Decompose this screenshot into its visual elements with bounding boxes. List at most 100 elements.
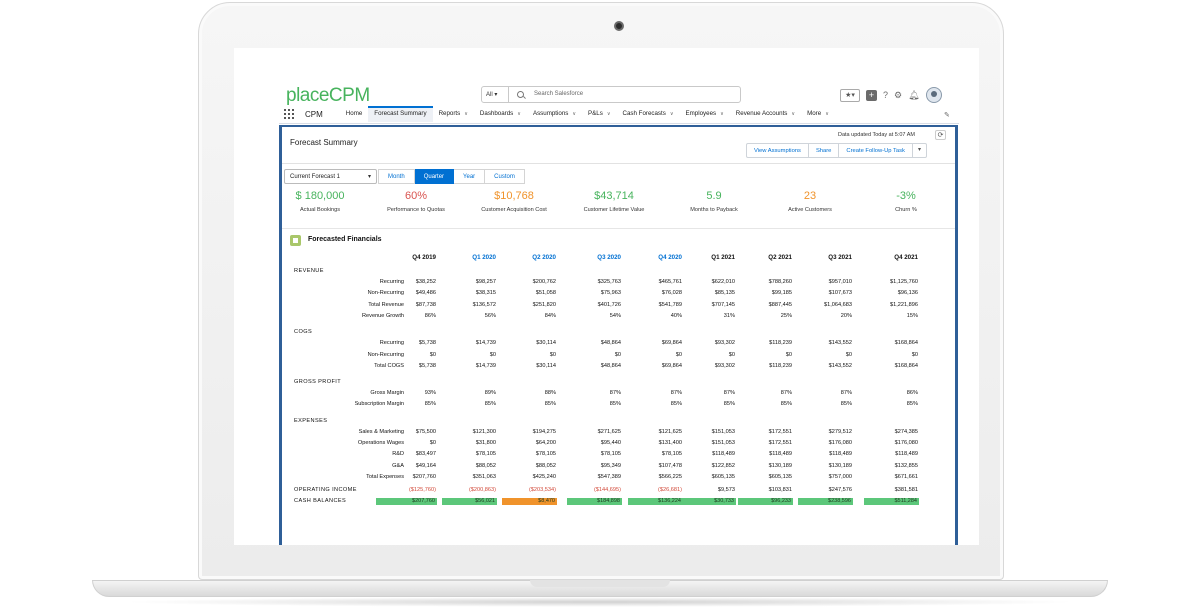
- nav-item-p-ls[interactable]: P&Ls ∨: [582, 106, 616, 122]
- more-actions-chevron-down-icon[interactable]: ▾: [912, 143, 927, 158]
- edit-nav-pencil-icon[interactable]: ✎: [944, 111, 950, 119]
- chevron-down-icon: ▾: [367, 174, 371, 180]
- table-cell: $0: [675, 351, 682, 358]
- nav-item-home[interactable]: Home: [340, 106, 369, 122]
- table-cell: $130,189: [768, 462, 792, 469]
- kpi-card: $43,714 Customer Lifetime Value: [559, 190, 669, 213]
- chevron-down-icon[interactable]: ∨: [791, 111, 795, 117]
- global-search[interactable]: All ▾ Search Salesforce: [481, 86, 741, 103]
- table-cell: $14,739: [475, 362, 496, 369]
- laptop-shadow: [120, 597, 1080, 607]
- table-cell: 85%: [780, 401, 792, 408]
- quarter-header: Q4 2020: [658, 254, 682, 261]
- table-cell: 85%: [544, 401, 556, 408]
- create-follow-up-task-button[interactable]: Create Follow-Up Task: [839, 143, 913, 158]
- table-cell: $279,512: [828, 428, 852, 435]
- nav-item-forecast-summary[interactable]: Forecast Summary: [368, 106, 433, 122]
- table-cell: $757,000: [828, 473, 852, 480]
- table-cell: $425,240: [532, 473, 556, 480]
- global-actions-plus-icon[interactable]: +: [866, 89, 877, 101]
- logo[interactable]: placeCPM: [286, 85, 370, 107]
- table-cell: 40%: [670, 312, 682, 319]
- chevron-down-icon[interactable]: ∨: [670, 111, 674, 117]
- refresh-icon[interactable]: ⟳: [935, 130, 946, 140]
- forecast-select[interactable]: Current Forecast 1 ▾: [284, 169, 377, 184]
- kpi-label: Customer Acquisition Cost: [481, 207, 547, 213]
- chevron-down-icon[interactable]: ∨: [607, 111, 611, 117]
- nav-item-label: P&Ls: [588, 110, 603, 117]
- kpi-card: 23 Active Customers: [755, 190, 865, 213]
- table-cell: $207,760: [412, 473, 436, 480]
- table-cell: $93,302: [714, 362, 735, 369]
- kpi-value: 60%: [404, 190, 428, 202]
- period-quarter[interactable]: Quarter: [414, 169, 455, 184]
- category-label: GROSS PROFIT: [294, 379, 342, 386]
- gear-icon[interactable]: ⚙: [894, 89, 902, 101]
- cash-balance-bar: $96,233: [738, 498, 793, 505]
- kpi-label: Customer Lifetime Value: [583, 207, 645, 213]
- nav-item-employees[interactable]: Employees ∨: [680, 106, 730, 122]
- table-cell: $121,300: [472, 428, 496, 435]
- app-launcher-icon[interactable]: [284, 109, 294, 119]
- forecast-select-value: Current Forecast 1: [290, 174, 341, 180]
- divider: [282, 163, 955, 164]
- nav-item-cash-forecasts[interactable]: Cash Forecasts ∨: [617, 106, 680, 122]
- table-cell: 86%: [424, 312, 436, 319]
- nav-item-label: Home: [345, 110, 363, 117]
- chevron-down-icon[interactable]: ∨: [825, 111, 829, 117]
- nav-item-revenue-accounts[interactable]: Revenue Accounts ∨: [730, 106, 801, 122]
- chevron-down-icon[interactable]: ∨: [572, 111, 576, 117]
- share-button[interactable]: Share: [808, 143, 840, 158]
- period-month[interactable]: Month: [378, 169, 415, 184]
- quarter-header: Q2 2021: [768, 254, 792, 261]
- chevron-down-icon[interactable]: ∨: [464, 111, 468, 117]
- favorites-star-icon[interactable]: ★▾: [840, 88, 860, 102]
- table-cell: $14,739: [475, 340, 496, 347]
- table-cell: $118,489: [712, 451, 735, 458]
- table-cell: 85%: [609, 401, 621, 408]
- kpi-value: $10,768: [494, 190, 534, 202]
- table-cell: $75,500: [415, 428, 436, 435]
- quarter-header: Q1 2021: [711, 254, 735, 261]
- table-cell: $69,864: [661, 340, 682, 347]
- search-scope-select[interactable]: All ▾: [482, 87, 509, 102]
- kpi-strip: $ 180,000 Actual Bookings 60% Performance t…: [282, 190, 955, 224]
- chevron-down-icon[interactable]: ∨: [517, 111, 521, 117]
- table-cell: ($203,534): [528, 487, 556, 493]
- table-cell: $351,063: [472, 473, 496, 480]
- table-cell: $96,136: [897, 290, 918, 297]
- logo-suffix: CPM: [328, 85, 370, 106]
- period-year[interactable]: Year: [454, 169, 486, 184]
- avatar[interactable]: [925, 87, 942, 103]
- cash-balance-bar: $184,898: [567, 498, 622, 505]
- kpi-card: $ 180,000 Actual Bookings: [265, 190, 375, 213]
- nav-item-assumptions[interactable]: Assumptions ∨: [527, 106, 582, 122]
- table-cell: 85%: [840, 401, 852, 408]
- table-cell: $887,445: [768, 301, 792, 308]
- nav-item-reports[interactable]: Reports ∨: [433, 106, 474, 122]
- kpi-label: Churn %: [895, 207, 917, 213]
- chevron-down-icon[interactable]: ∨: [720, 111, 724, 117]
- period-custom[interactable]: Custom: [485, 169, 525, 184]
- header-icons: ★▾ + ? ⚙ 🔔︎: [840, 87, 942, 103]
- table-cell: 88%: [544, 390, 556, 397]
- help-icon[interactable]: ?: [883, 89, 888, 101]
- nav-item-label: Dashboards: [479, 110, 514, 117]
- table-cell: $541,789: [658, 301, 682, 308]
- table-cell: $143,552: [828, 340, 852, 347]
- cash-balance-bar: $136,224: [628, 498, 683, 505]
- nav-item-dashboards[interactable]: Dashboards ∨: [474, 106, 527, 122]
- view-assumptions-button[interactable]: View Assumptions: [746, 143, 809, 158]
- nav-item-more[interactable]: More ∨: [801, 106, 835, 122]
- table-cell: $401,726: [597, 301, 621, 308]
- table-cell: $78,105: [600, 451, 621, 458]
- nav-item-label: Employees: [685, 110, 717, 117]
- table-cell: $194,275: [532, 428, 556, 435]
- table-cell: $107,478: [658, 462, 682, 469]
- search-input[interactable]: Search Salesforce: [534, 91, 583, 97]
- table-cell: $121,625: [658, 428, 682, 435]
- kpi-label: Performance to Quotas: [387, 207, 445, 213]
- table-cell: $0: [429, 351, 436, 358]
- table-cell: $69,864: [661, 362, 682, 369]
- bell-icon[interactable]: 🔔︎: [908, 89, 919, 101]
